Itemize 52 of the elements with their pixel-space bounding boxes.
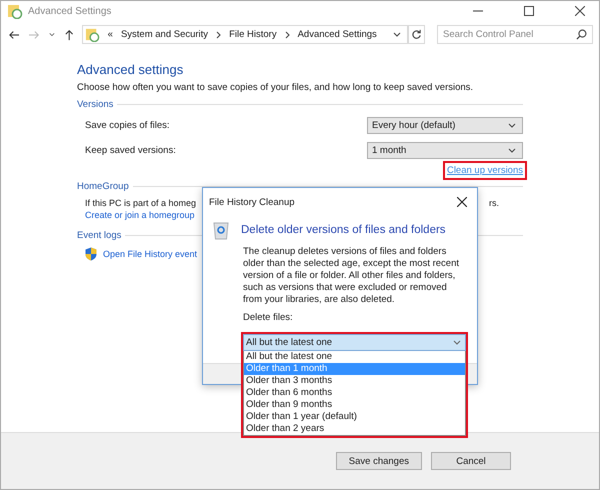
dropdown-caret-icon (508, 122, 516, 128)
dropdown-option[interactable]: Older than 9 months (244, 399, 465, 411)
homegroup-text: If this PC is part of a homeg (85, 198, 196, 208)
dropdown-option[interactable]: All but the latest one (244, 351, 465, 363)
delete-files-dropdown[interactable]: All but the latest one (243, 334, 466, 351)
refresh-button[interactable] (408, 25, 426, 44)
back-arrow-icon[interactable] (9, 30, 20, 40)
dropdown-option[interactable]: Older than 6 months (244, 387, 465, 399)
chevron-icon[interactable] (284, 30, 290, 38)
search-field[interactable]: Search Control Panel (437, 25, 594, 44)
dropdown[interactable]: 1 month (367, 142, 523, 158)
dropdown-caret-icon[interactable] (49, 32, 56, 37)
control-panel-icon (7, 3, 23, 19)
chevron-icon[interactable] (216, 30, 222, 38)
breadcrumb[interactable]: System and Security (120, 29, 208, 40)
field-label: Delete files: (242, 311, 294, 323)
address-bar[interactable]: « System and Security File History Advanced Settings (82, 25, 408, 44)
shield-icon (85, 247, 97, 261)
dropdown-option[interactable]: Older than 2 years (244, 423, 465, 435)
breadcrumb[interactable]: Advanced Settings (298, 29, 377, 40)
control-panel-icon (84, 27, 100, 42)
maximize-icon[interactable] (524, 6, 534, 16)
dropdown-caret-icon (453, 340, 461, 345)
section-title: Versions (77, 99, 114, 110)
section-title: HomeGroup (77, 181, 129, 192)
dropdown[interactable]: Every hour (default) (367, 116, 523, 134)
dropdown-option[interactable]: Older than 1 year (default) (244, 411, 465, 423)
setting-label: Save copies of files: (85, 120, 170, 130)
setting-label: Keep saved versions: (85, 144, 176, 156)
dropdown-caret-icon (508, 148, 516, 152)
homegroup-link[interactable]: Create or join a homegroup (85, 210, 195, 220)
dialog-heading: Delete older versions of files and folders (241, 224, 446, 236)
recycle-bin-icon (213, 220, 229, 240)
intro-text: Choose how often you want to save copies of your files, and how long to keep saved versions. (77, 82, 474, 93)
up-arrow-icon[interactable] (65, 28, 74, 40)
dialog-description: The cleanup deletes versions of files and folders older than the selected age, except the most recent version of a file or folder. All other files and folders, such as versions that were excluded or removed from your libraries, are also deleted. (242, 245, 460, 306)
dropdown-caret-icon[interactable] (392, 32, 401, 37)
dropdown-option[interactable]: Older than 3 months (244, 375, 465, 387)
overflow-crumb[interactable]: « (108, 29, 113, 40)
event-log-link[interactable]: Open File History event (103, 249, 198, 259)
dialog-title: File History Cleanup (209, 196, 295, 208)
page-heading: Advanced settings (77, 62, 184, 77)
breadcrumb[interactable]: File History (229, 29, 277, 40)
window-title: Advanced Settings (28, 6, 112, 16)
refresh-icon (410, 29, 422, 40)
footer-button[interactable]: Cancel (431, 452, 511, 470)
homegroup-text: rs. (489, 198, 499, 208)
section-title: Event logs (77, 230, 122, 241)
footer-button[interactable]: Save changes (336, 452, 422, 470)
close-icon[interactable] (457, 197, 467, 207)
search-icon (576, 29, 588, 40)
close-icon[interactable] (575, 6, 585, 16)
